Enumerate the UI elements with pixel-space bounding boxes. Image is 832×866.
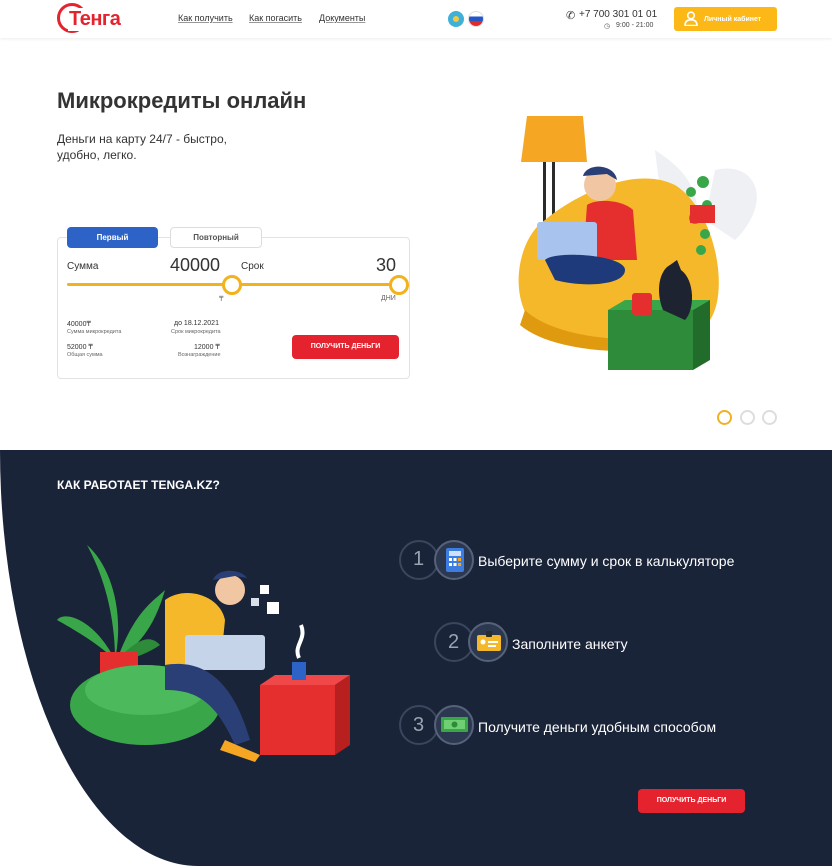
hero-subtitle: Деньги на карту 24/7 - быстро, удобно, л… (57, 132, 227, 162)
total-value: 52000 ₸ (67, 344, 93, 351)
working-hours: 9:00 - 21:00 (616, 22, 654, 29)
due-date-value: до 18.12.2021 (174, 320, 219, 327)
get-money-button-bottom[interactable]: ПОЛУЧИТЬ ДЕНЬГИ (638, 789, 745, 813)
slider-dot-2[interactable] (740, 410, 755, 425)
id-card-icon (468, 622, 508, 662)
logo[interactable]: Тенга (57, 3, 127, 33)
step-2-text: Заполните анкету (512, 636, 628, 652)
loan-amount-value: 40000₸ (67, 321, 91, 328)
step-2-number: 2 (448, 631, 460, 653)
cash-icon (434, 705, 474, 745)
clock-icon: ◷ (604, 23, 611, 30)
how-it-works-title: КАК РАБОТАЕТ TENGA.KZ? (57, 478, 220, 492)
personal-cabinet-button[interactable]: Личный кабинет (674, 7, 777, 31)
step-3-number: 3 (413, 714, 425, 736)
term-slider-track[interactable] (241, 283, 391, 286)
nav-how-to-get[interactable]: Как получить (178, 13, 233, 23)
russian-flag-icon[interactable] (468, 11, 484, 27)
user-icon (684, 11, 698, 26)
tab-repeat-loan[interactable]: Повторный (170, 227, 262, 248)
due-date-caption: Срок микрокредита (171, 329, 221, 335)
phone-number[interactable]: +7 700 301 01 01 (579, 9, 657, 20)
nav-how-to-repay[interactable]: Как погасить (249, 13, 302, 23)
personal-cabinet-label: Личный кабинет (704, 15, 762, 23)
calculator-icon (434, 540, 474, 580)
term-slider-handle[interactable] (389, 275, 409, 295)
amount-value[interactable]: 40000 (170, 255, 220, 276)
term-unit: ДНИ (381, 295, 396, 302)
amount-slider-track[interactable] (67, 283, 227, 286)
step-1-number: 1 (413, 548, 425, 570)
header: Тенга Как получить Как погасить Документ… (0, 0, 832, 38)
step-1-text: Выберите сумму и срок в калькуляторе (478, 553, 735, 569)
term-value[interactable]: 30 (376, 255, 396, 276)
total-caption: Общая сумма (67, 352, 103, 358)
phone-icon: ✆ (566, 10, 576, 22)
amount-unit: ₸ (219, 296, 224, 303)
nav-documents[interactable]: Документы (319, 13, 365, 23)
fee-caption: Вознаграждение (178, 352, 221, 358)
loan-amount-caption: Сумма микрокредита (67, 329, 122, 335)
fee-value: 12000 ₸ (194, 344, 220, 351)
slider-dot-1[interactable] (717, 410, 732, 425)
logo-text: Тенга (68, 8, 121, 31)
get-money-button[interactable]: ПОЛУЧИТЬ ДЕНЬГИ (292, 335, 399, 359)
term-label: Срок (241, 261, 264, 272)
hero-illustration (518, 116, 757, 370)
tab-first-loan[interactable]: Первый (67, 227, 158, 248)
how-it-works-illustration (57, 545, 350, 762)
amount-slider-handle[interactable] (222, 275, 242, 295)
kazakh-flag-icon[interactable] (448, 11, 464, 27)
page-title: Микрокредиты онлайн (57, 88, 307, 113)
step-3-text: Получите деньги удобным способом (478, 719, 717, 735)
slider-dot-3[interactable] (762, 410, 777, 425)
amount-label: Сумма (67, 261, 99, 272)
